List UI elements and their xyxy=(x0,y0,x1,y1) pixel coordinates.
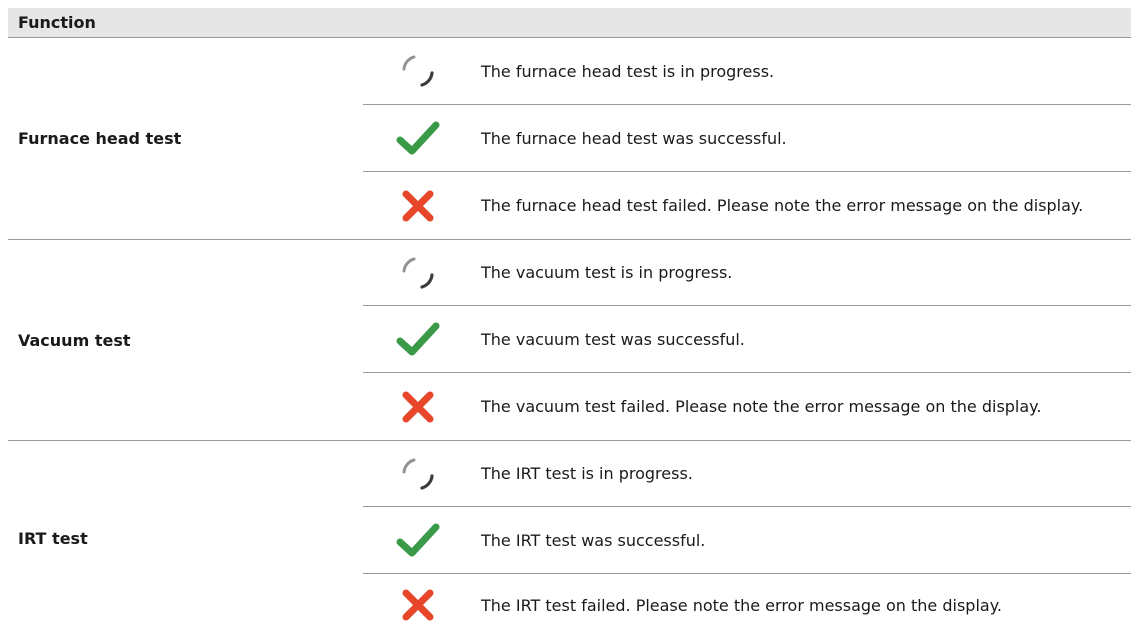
cross-icon xyxy=(363,373,473,440)
state-row-success: The vacuum test was successful. xyxy=(363,306,1131,373)
spinner-icon xyxy=(363,240,473,305)
group-vacuum-test: Vacuum test The vacuum test is in progre… xyxy=(8,240,1131,441)
state-row-success: The furnace head test was successful. xyxy=(363,105,1131,172)
state-description: The furnace head test was successful. xyxy=(481,128,787,148)
state-row-in-progress: The IRT test is in progress. xyxy=(363,441,1131,507)
cross-icon xyxy=(363,574,473,636)
state-row-failure: The furnace head test failed. Please not… xyxy=(363,172,1131,239)
state-description: The vacuum test failed. Please note the … xyxy=(481,397,1042,416)
function-name: Furnace head test xyxy=(18,129,182,148)
state-row-success: The IRT test was successful. xyxy=(363,507,1131,574)
state-description: The furnace head test is in progress. xyxy=(481,61,775,81)
cross-icon xyxy=(363,172,473,239)
spinner-icon xyxy=(363,441,473,506)
state-description: The vacuum test is in progress. xyxy=(481,263,733,282)
checkmark-icon xyxy=(363,306,473,372)
header-function: Function xyxy=(18,12,96,32)
function-name: Vacuum test xyxy=(18,330,131,350)
state-description: The IRT test is in progress. xyxy=(481,464,693,483)
state-row-in-progress: The furnace head test is in progress. xyxy=(363,38,1131,105)
group-furnace-head-test: Furnace head test The furnace head test … xyxy=(8,38,1131,240)
group-irt-test: IRT test The IRT test is in progress. Th… xyxy=(8,441,1131,636)
state-row-failure: The vacuum test failed. Please note the … xyxy=(363,373,1131,440)
function-status-table: Function Furnace head test The furnace h… xyxy=(8,8,1131,636)
checkmark-icon xyxy=(363,507,473,573)
checkmark-icon xyxy=(363,105,473,171)
state-list: The furnace head test is in progress. Th… xyxy=(363,38,1131,239)
state-description: The furnace head test failed. Please not… xyxy=(481,196,1084,215)
spinner-icon xyxy=(363,38,473,104)
state-list: The IRT test is in progress. The IRT tes… xyxy=(363,441,1131,636)
state-row-in-progress: The vacuum test is in progress. xyxy=(363,240,1131,306)
state-description: The IRT test was successful. xyxy=(481,530,706,550)
state-description: The IRT test failed. Please note the err… xyxy=(481,595,1002,615)
state-description: The vacuum test was successful. xyxy=(481,329,745,349)
state-row-failure: The IRT test failed. Please note the err… xyxy=(363,574,1131,636)
table-header-row: Function xyxy=(8,8,1131,38)
function-name: IRT test xyxy=(18,529,88,548)
state-list: The vacuum test is in progress. The vacu… xyxy=(363,240,1131,440)
